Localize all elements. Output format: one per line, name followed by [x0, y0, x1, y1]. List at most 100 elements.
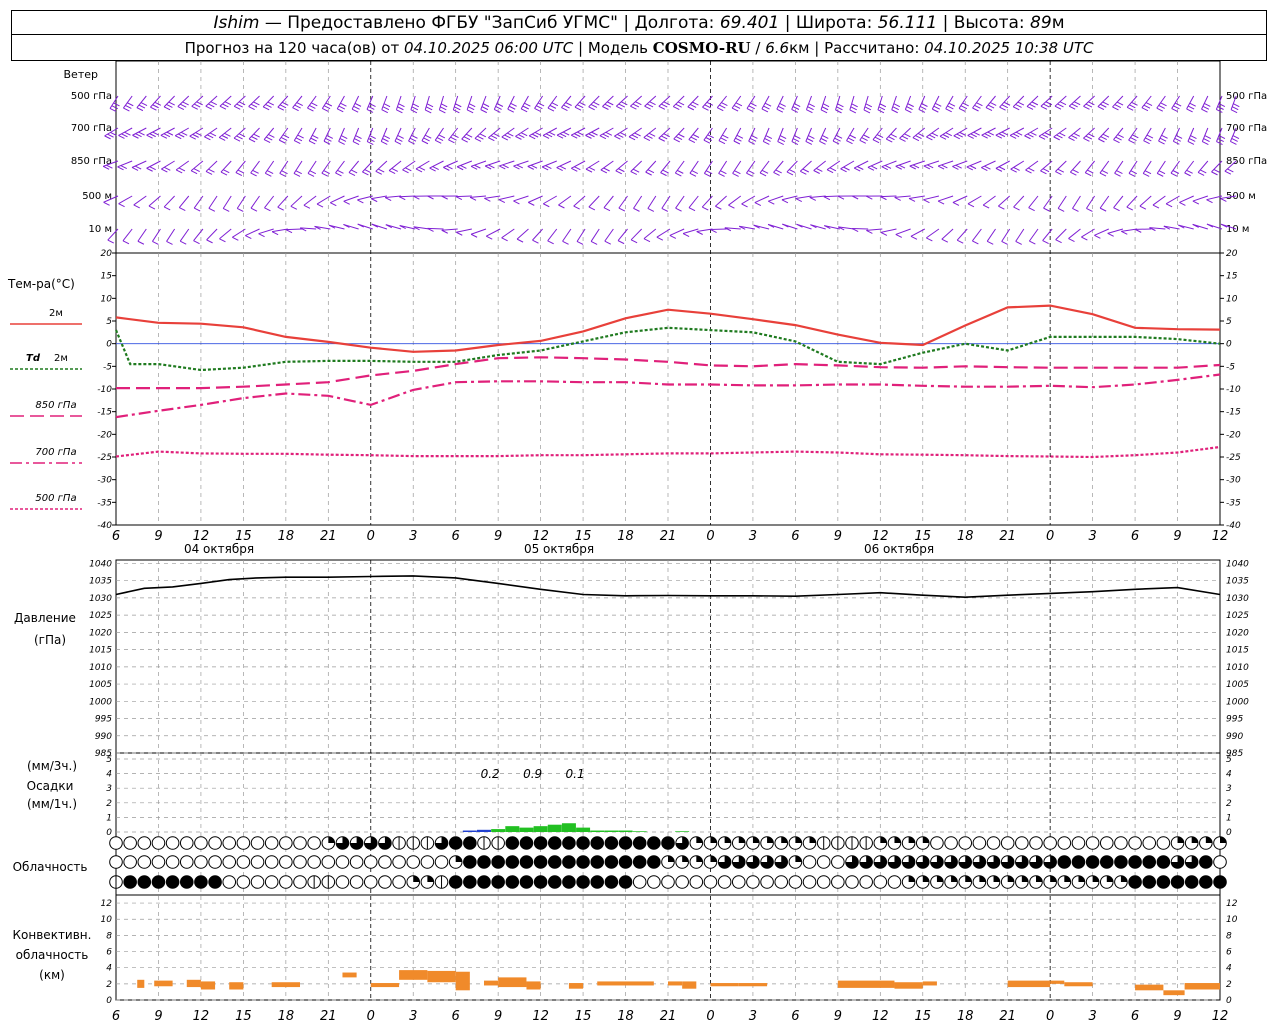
wind-barb-feather — [849, 109, 857, 114]
cloud-cover-symbol — [1128, 875, 1142, 889]
cloud-cover-symbol — [547, 855, 562, 869]
wind-barb-feather — [599, 135, 607, 140]
wind-barb-feather — [210, 101, 217, 106]
wind-barb-feather — [1041, 133, 1049, 138]
cloud-cover-symbol — [1156, 836, 1171, 850]
cloud-cover-fill — [1021, 875, 1029, 882]
precip-tick-label: 3 — [106, 784, 112, 794]
wind-barb — [880, 228, 897, 233]
wind-barb-feather — [297, 134, 304, 139]
wind-barb-feather — [1174, 137, 1181, 142]
cloud-cover-symbol — [463, 855, 477, 869]
wind-barb-feather — [813, 170, 820, 174]
wind-barb-feather — [175, 169, 183, 174]
wind-barb-feather — [820, 109, 828, 114]
conv-tick-label: 10 — [1226, 915, 1238, 925]
wind-barb — [1086, 195, 1096, 209]
wind-barb-feather — [579, 101, 586, 106]
cloud-cover-symbol — [1213, 855, 1227, 869]
wind-barb-feather — [258, 233, 265, 238]
wind-barb — [602, 95, 614, 107]
conv-cloud-bar — [271, 982, 300, 988]
cloud-cover-symbol — [859, 875, 873, 889]
wind-barb-feather — [551, 102, 559, 107]
wind-barb — [710, 228, 727, 231]
cloud-cover-symbol — [1000, 836, 1015, 850]
wind-barb-feather — [470, 233, 478, 238]
wind-barb-feather — [588, 133, 595, 138]
wind-barb-feather — [948, 102, 956, 107]
wind-barb-feather — [821, 106, 829, 111]
wind-barb-feather — [1029, 240, 1036, 245]
temp-tick-label: -40 — [1226, 521, 1241, 531]
wind-barb-feather — [795, 198, 803, 202]
wind-level-label: 850 гПа — [1226, 156, 1267, 167]
wind-barb-feather — [604, 240, 612, 245]
wind-barb-feather — [1015, 240, 1022, 245]
temp-tick-label: -10 — [1226, 385, 1241, 395]
wind-barb-feather — [721, 102, 728, 106]
wind-barb-feather — [689, 172, 697, 177]
temp-tick-label: -5 — [103, 362, 112, 372]
pressure-tick-label: 1000 — [1226, 697, 1249, 707]
wind-barb — [1107, 228, 1124, 234]
wind-level-label: 500 гПа — [71, 91, 112, 102]
wind-barb — [516, 228, 529, 240]
wind-barb-feather — [840, 168, 847, 173]
wind-barb-feather — [408, 140, 415, 145]
wind-barb — [277, 95, 289, 108]
wind-barb-feather — [233, 105, 241, 110]
wind-barb — [647, 195, 657, 209]
wind-barb-feather — [972, 107, 979, 112]
wind-barb-feather — [926, 136, 933, 141]
wind-barb-feather — [250, 172, 257, 177]
wind-barb — [673, 127, 685, 140]
x-tick-label: 21 — [999, 529, 1016, 544]
wind-barb — [1001, 228, 1011, 242]
wind-barb-feather — [382, 106, 390, 111]
wind-barb-feather — [688, 207, 696, 212]
wind-barb-feather — [588, 166, 596, 171]
wind-barb-feather — [630, 171, 637, 175]
wind-barb-feather — [1043, 207, 1050, 212]
wind-barb-feather — [673, 138, 680, 143]
wind-barb — [786, 160, 798, 173]
pressure-tick-label: 1035 — [89, 577, 112, 587]
wind-barb-feather — [874, 136, 882, 141]
wind-barb-feather — [1087, 169, 1094, 174]
wind-barb — [923, 160, 940, 167]
wind-barb-feather — [630, 239, 638, 244]
conv-tick-label: 4 — [1226, 964, 1232, 974]
wind-barb — [1055, 160, 1067, 172]
cloud-cover-symbol — [123, 875, 137, 889]
wind-barb — [556, 160, 572, 169]
conv-cloud-bar — [1064, 982, 1093, 987]
wind-barb-feather — [135, 133, 142, 138]
wind-barb-feather — [206, 134, 214, 139]
conv-cloud-bar — [837, 980, 895, 988]
temp-tick-label: -25 — [97, 453, 112, 463]
wind-barb-feather — [502, 164, 509, 169]
wind-barb-feather — [1197, 171, 1205, 176]
x-tick-label: 6 — [791, 1009, 799, 1024]
cloud-cover-symbol — [194, 836, 208, 850]
wind-barb — [590, 228, 600, 242]
conv-tick-label: 2 — [106, 980, 112, 990]
wind-barb-feather — [118, 135, 125, 139]
wind-barb-feather — [337, 169, 344, 174]
wind-barb-feather — [534, 131, 542, 136]
x-tick-label: 0 — [706, 529, 714, 544]
wind-barb-feather — [399, 196, 406, 201]
wind-barb-feather — [1099, 172, 1107, 177]
wind-barb-feather — [498, 199, 506, 204]
wind-barb-feather — [348, 172, 356, 176]
wind-barb-feather — [1129, 104, 1136, 109]
wind-barb — [656, 228, 671, 238]
temp-tick-label: -30 — [97, 476, 112, 486]
wind-barb-feather — [520, 108, 528, 113]
wind-barb-feather — [603, 167, 610, 172]
cloud-cover-symbol — [179, 836, 194, 850]
precip-tick-label: 4 — [106, 770, 112, 780]
wind-barb-feather — [923, 165, 931, 170]
wind-barb-feather — [764, 102, 772, 107]
